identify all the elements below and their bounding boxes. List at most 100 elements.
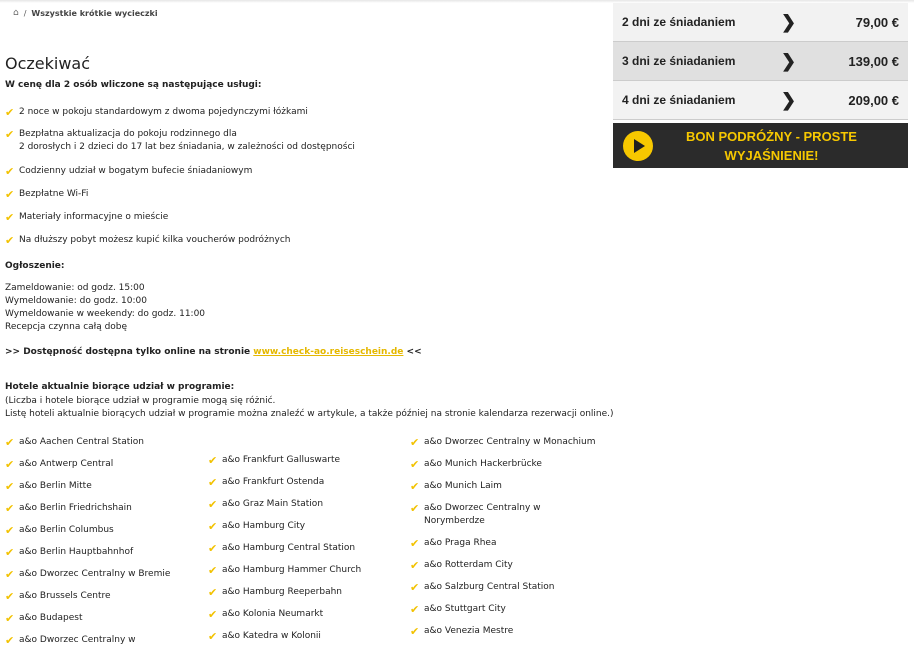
hotel-item: ✔ a&o Munich Laim bbox=[410, 480, 595, 493]
hotel-column-1: ✔ a&o Aachen Central Station ✔ a&o Antwerp… bbox=[5, 436, 170, 656]
breadcrumb-separator: / bbox=[23, 8, 27, 18]
hotel-item: ✔ a&o Praga Rhea bbox=[410, 537, 595, 550]
check-icon: ✔ bbox=[5, 524, 15, 537]
home-icon[interactable]: ⌂ bbox=[13, 8, 19, 18]
hotels-heading: Hotele aktualnie biorące udział w progra… bbox=[5, 382, 235, 392]
chevron-right-icon: ❯ bbox=[781, 50, 797, 71]
feature-text: Codzienny udział w bogatym bufecie śniad… bbox=[19, 166, 253, 176]
hotels-note: (Liczba i hotele biorące udział w progra… bbox=[5, 395, 614, 421]
feature-item: ✔ Bezpłatne Wi-Fi bbox=[5, 188, 88, 201]
feature-item: ✔ Codzienny udział w bogatym bufecie śni… bbox=[5, 165, 252, 178]
hotel-name: a&o Brussels Centre bbox=[19, 591, 111, 601]
offer-row-3-days[interactable]: 3 dni ze śniadaniem ❯ 139,00 € bbox=[613, 42, 908, 81]
hotel-item: ✔ a&o Venezia Mestre bbox=[410, 625, 595, 638]
check-icon: ✔ bbox=[5, 436, 15, 449]
check-icon: ✔ bbox=[5, 211, 15, 224]
check-icon: ✔ bbox=[5, 128, 15, 141]
breadcrumb: ⌂ / Wszystkie krótkie wycieczki bbox=[13, 8, 158, 18]
hotel-column-3: ✔ a&o Dworzec Centralny w Monachium ✔ a&o … bbox=[410, 436, 595, 647]
hotel-name: a&o Frankfurt Galluswarte bbox=[222, 455, 341, 465]
hotel-name: a&o Dworzec Centralny w bbox=[19, 635, 136, 645]
check-icon: ✔ bbox=[5, 502, 15, 515]
notice-heading: Ogłoszenie: bbox=[5, 261, 65, 271]
check-icon: ✔ bbox=[5, 480, 15, 493]
offer-label: 2 dni ze śniadaniem bbox=[622, 15, 736, 29]
check-icon: ✔ bbox=[5, 612, 15, 625]
feature-item: ✔ 2 noce w pokoju standardowym z dwoma p… bbox=[5, 106, 308, 119]
chevron-right-icon: ❯ bbox=[781, 89, 797, 110]
hotel-name: a&o Antwerp Central bbox=[19, 459, 114, 469]
bon-title-line-1: BON PODRÓŻNY - PROSTE bbox=[686, 128, 857, 144]
check-icon: ✔ bbox=[5, 546, 15, 559]
hotel-item: ✔ a&o Katedra w Kolonii bbox=[208, 630, 361, 643]
hotel-name: a&o Munich Laim bbox=[424, 481, 502, 491]
check-icon: ✔ bbox=[410, 480, 420, 493]
hotel-name: a&o Venezia Mestre bbox=[424, 626, 514, 636]
check-icon: ✔ bbox=[410, 559, 420, 572]
bon-explainer-button[interactable]: BON PODRÓŻNY - PROSTE WYJAŚNIENIE! bbox=[613, 123, 908, 168]
breadcrumb-current[interactable]: Wszystkie krótkie wycieczki bbox=[31, 9, 157, 18]
hotel-item: ✔ a&o Brussels Centre bbox=[5, 590, 170, 603]
check-icon: ✔ bbox=[410, 625, 420, 638]
check-icon: ✔ bbox=[208, 542, 218, 555]
weekend-checkout-text: Wymeldowanie w weekendy: do godz. 11:00 bbox=[5, 309, 206, 319]
availability-note: >> Dostępność dostępna tylko online na s… bbox=[5, 347, 422, 357]
check-icon: ✔ bbox=[410, 502, 420, 515]
hotel-item: ✔ a&o Berlin Mitte bbox=[5, 480, 170, 493]
hotel-name: a&o Salzburg Central Station bbox=[424, 582, 555, 592]
hotels-note-2: Listę hoteli aktualnie biorących udział … bbox=[5, 409, 614, 419]
hotel-name: a&o Katedra w Kolonii bbox=[222, 631, 321, 641]
check-icon: ✔ bbox=[5, 634, 15, 647]
included-heading: W cenę dla 2 osób wliczone są następując… bbox=[5, 80, 262, 90]
check-icon: ✔ bbox=[208, 498, 218, 511]
check-icon: ✔ bbox=[208, 564, 218, 577]
check-icon: ✔ bbox=[208, 586, 218, 599]
check-icon: ✔ bbox=[208, 608, 218, 621]
hotel-name: a&o Dworzec Centralny w Bremie bbox=[19, 569, 171, 579]
check-icon: ✔ bbox=[5, 165, 15, 178]
feature-text-cont: 2 dorosłych i 2 dzieci do 17 lat bez śni… bbox=[19, 142, 355, 152]
hotel-item: ✔ a&o Dworzec Centralny w Bremie bbox=[5, 568, 170, 581]
hotel-item: ✔ a&o Stuttgart City bbox=[410, 603, 595, 616]
hotel-item: ✔ a&o Dworzec Centralny w Norymberdze bbox=[410, 502, 595, 528]
hotel-name: a&o Dworzec Centralny w Monachium bbox=[424, 437, 596, 447]
hotel-name: a&o Rotterdam City bbox=[424, 560, 513, 570]
offer-price: 139,00 € bbox=[848, 53, 899, 69]
check-icon: ✔ bbox=[5, 234, 15, 247]
hotels-note-1: (Liczba i hotele biorące udział w progra… bbox=[5, 396, 276, 406]
check-icon: ✔ bbox=[410, 537, 420, 550]
hotel-name: a&o Hamburg Reeperbahn bbox=[222, 587, 342, 597]
hotel-name: a&o Hamburg Hammer Church bbox=[222, 565, 362, 575]
feature-text: Bezpłatne Wi-Fi bbox=[19, 189, 89, 199]
feature-text: Bezpłatna aktualizacja do pokoju rodzinn… bbox=[19, 129, 237, 139]
check-icon: ✔ bbox=[208, 630, 218, 643]
play-icon[interactable] bbox=[623, 130, 653, 161]
hotel-name: a&o Hamburg Central Station bbox=[222, 543, 356, 553]
hotel-item: ✔ a&o Budapest bbox=[5, 612, 170, 625]
feature-text: Materiały informacyjne o mieście bbox=[19, 212, 169, 222]
availability-suffix: << bbox=[403, 347, 422, 357]
hotel-name: a&o Graz Main Station bbox=[222, 499, 324, 509]
hotel-item: ✔ a&o Frankfurt Galluswarte bbox=[208, 454, 361, 467]
offer-price: 79,00 € bbox=[855, 14, 899, 30]
check-icon: ✔ bbox=[5, 106, 15, 119]
availability-link[interactable]: www.check-ao.reiseschein.de bbox=[253, 347, 403, 357]
offer-row-2-days[interactable]: 2 dni ze śniadaniem ❯ 79,00 € bbox=[613, 3, 908, 42]
hotel-item: ✔ a&o Hamburg Reeperbahn bbox=[208, 586, 361, 599]
hotel-name: a&o Praga Rhea bbox=[424, 538, 497, 548]
hotel-name: a&o Munich Hackerbrücke bbox=[424, 459, 542, 469]
checkout-text: Wymeldowanie: do godz. 10:00 bbox=[5, 296, 147, 306]
check-icon: ✔ bbox=[208, 454, 218, 467]
offer-price: 209,00 € bbox=[848, 92, 899, 108]
hotel-name-cont: Norymberdze bbox=[424, 516, 485, 526]
feature-text: Na dłuższy pobyt możesz kupić kilka vouc… bbox=[19, 235, 291, 245]
reception-text: Recepcja czynna całą dobę bbox=[5, 322, 128, 332]
check-icon: ✔ bbox=[410, 458, 420, 471]
offer-label: 3 dni ze śniadaniem bbox=[622, 54, 736, 68]
hotel-item: ✔ a&o Hamburg Hammer Church bbox=[208, 564, 361, 577]
check-icon: ✔ bbox=[410, 581, 420, 594]
page-title: Oczekiwać bbox=[5, 54, 91, 73]
checkin-text: Zameldowanie: od godz. 15:00 bbox=[5, 283, 145, 293]
hotel-name: a&o Aachen Central Station bbox=[19, 437, 144, 447]
offer-row-4-days[interactable]: 4 dni ze śniadaniem ❯ 209,00 € bbox=[613, 81, 908, 120]
